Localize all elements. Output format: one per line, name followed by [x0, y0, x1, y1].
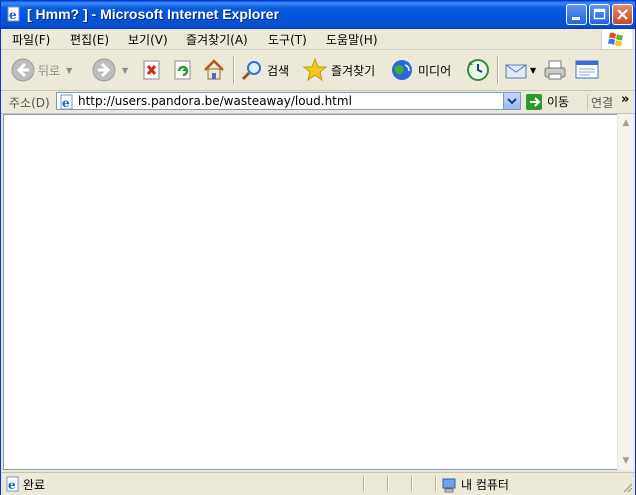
back-arrow-icon	[11, 58, 35, 82]
menu-file[interactable]: 파일(F)	[12, 31, 50, 48]
mail-envelope-icon	[505, 64, 527, 79]
status-divider	[363, 476, 365, 491]
security-zone: 내 컴퓨터	[441, 476, 509, 493]
go-arrow-icon	[526, 93, 542, 110]
history-button[interactable]	[465, 54, 491, 86]
scroll-down-arrow[interactable]: ▼	[618, 453, 634, 469]
search-icon	[241, 61, 261, 81]
refresh-icon	[174, 60, 191, 80]
svg-text:e: e	[62, 96, 70, 110]
media-button[interactable]: 미디어	[389, 54, 451, 86]
close-button[interactable]	[612, 4, 633, 25]
status-page-icon: e	[5, 476, 21, 495]
zone-label: 내 컴퓨터	[461, 478, 509, 492]
windows-logo-icon	[601, 29, 632, 49]
title-bar[interactable]: e [ Hmm? ] - Microsoft Internet Explorer	[1, 1, 635, 29]
menu-bar: 파일(F) 편집(E) 보기(V) 즐겨찾기(A) 도구(T) 도움말(H)	[1, 29, 635, 50]
home-icon	[204, 59, 224, 80]
stop-icon	[143, 60, 160, 80]
toolbar-separator	[233, 56, 235, 84]
page-icon: e	[59, 94, 75, 113]
address-dropdown-button[interactable]	[503, 93, 520, 109]
links-toolbar[interactable]: 연결	[587, 94, 613, 111]
go-button[interactable]: 이동	[526, 93, 569, 110]
ie-page-icon: e	[6, 6, 22, 22]
menu-edit[interactable]: 편집(E)	[70, 31, 109, 48]
address-input[interactable]: e http://users.pandora.be/wasteaway/loud…	[56, 92, 521, 110]
vertical-scrollbar[interactable]: ▲ ▼	[617, 114, 634, 470]
history-clock-icon	[467, 59, 489, 81]
favorites-button[interactable]: 즐겨찾기	[302, 54, 375, 86]
edit-button[interactable]	[574, 54, 600, 86]
my-computer-icon	[442, 478, 456, 492]
address-bar: 주소(D) e http://users.pandora.be/wasteawa…	[1, 91, 635, 114]
stop-button[interactable]	[141, 54, 163, 86]
edit-document-icon	[575, 60, 599, 79]
status-divider	[411, 476, 413, 491]
search-label: 검색	[267, 63, 290, 78]
back-button[interactable]: 뒤로 ▼	[11, 54, 72, 86]
minimize-button[interactable]	[566, 4, 587, 25]
media-globe-icon	[392, 60, 412, 80]
back-dropdown-arrow[interactable]: ▼	[66, 66, 72, 75]
resize-grip[interactable]	[621, 481, 633, 493]
maximize-button[interactable]	[589, 4, 610, 25]
page-content[interactable]	[3, 114, 617, 470]
status-divider	[387, 476, 389, 491]
media-label: 미디어	[418, 63, 452, 78]
window-title: [ Hmm? ] - Microsoft Internet Explorer	[27, 6, 280, 22]
go-label: 이동	[547, 95, 570, 109]
toolbar-separator	[497, 56, 499, 84]
mail-button[interactable]: ▼	[504, 54, 536, 86]
svg-text:e: e	[9, 8, 17, 22]
status-divider	[435, 476, 437, 491]
browser-window: e [ Hmm? ] - Microsoft Internet Explorer…	[0, 0, 636, 495]
menu-help[interactable]: 도움말(H)	[326, 31, 378, 48]
svg-text:e: e	[8, 478, 16, 492]
menu-view[interactable]: 보기(V)	[128, 31, 168, 48]
print-button[interactable]	[543, 54, 567, 86]
forward-arrow-icon	[92, 58, 116, 82]
back-label: 뒤로	[38, 63, 61, 78]
favorites-star-icon	[302, 57, 328, 82]
status-text: 완료	[23, 478, 46, 492]
scroll-up-arrow[interactable]: ▲	[618, 115, 634, 131]
home-button[interactable]	[202, 54, 226, 86]
menu-tools[interactable]: 도구(T)	[268, 31, 307, 48]
refresh-button[interactable]	[172, 54, 194, 86]
chevron-down-icon	[507, 98, 517, 105]
forward-button[interactable]: ▼	[92, 54, 128, 86]
mail-dropdown-arrow[interactable]: ▼	[530, 66, 536, 75]
search-button[interactable]: 검색	[240, 54, 289, 86]
status-bar: e 완료 내 컴퓨터	[1, 472, 635, 495]
address-label: 주소(D)	[9, 96, 50, 110]
forward-dropdown-arrow[interactable]: ▼	[122, 66, 128, 75]
menu-favorites[interactable]: 즐겨찾기(A)	[186, 31, 248, 48]
printer-icon	[544, 60, 566, 80]
standard-toolbar: 뒤로 ▼ ▼ 검색 즐겨찾기 미디어 ▼	[1, 50, 635, 91]
favorites-label: 즐겨찾기	[331, 63, 376, 78]
links-more-chevron[interactable]: »	[621, 92, 629, 107]
address-url[interactable]: http://users.pandora.be/wasteaway/loud.h…	[78, 94, 352, 108]
